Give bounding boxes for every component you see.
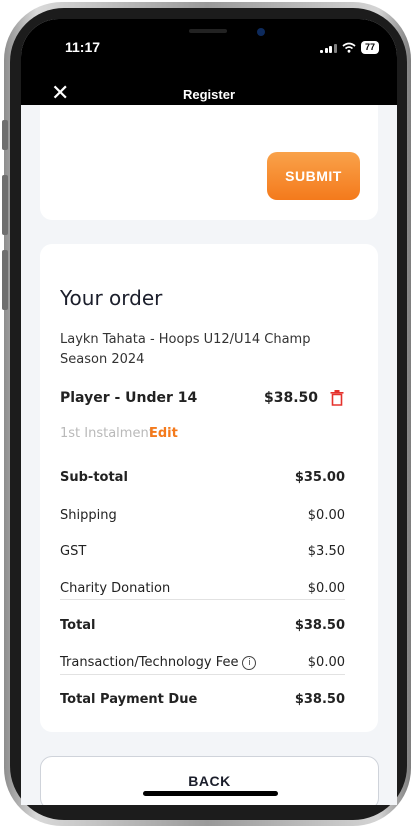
payment-due-value: $38.50 [294,692,345,707]
instalment-label: 1st Instalment [60,426,154,441]
phone-volume-down-button [2,250,8,310]
fee-label: Transaction/Technology Fee [60,655,239,670]
home-indicator [143,791,278,796]
notch [115,19,301,57]
charity-value: $0.00 [307,581,345,596]
payment-due-row: Total Payment Due $38.50 [60,692,345,707]
fee-value: $0.00 [307,655,345,670]
status-time: 11:17 [65,39,101,55]
gst-label: GST [60,544,87,559]
payment-due-label: Total Payment Due [60,692,198,707]
info-icon[interactable]: i [242,655,257,670]
total-row: Total $38.50 [60,618,345,633]
order-item: Player - Under 14 $38.50 [60,390,360,406]
wifi-icon [342,42,356,53]
page-title: Register [182,87,236,102]
shipping-label: Shipping [60,508,117,523]
event-name: Laykn Tahata - Hoops U12/U14 Champ Seaso… [60,332,311,367]
order-summary-card: Your order Laykn Tahata - Hoops U12/U14 … [40,244,378,732]
edit-link[interactable]: Edit [149,426,178,441]
speaker [189,29,227,33]
charity-row: Charity Donation $0.00 [60,581,345,596]
battery-icon: 77 [360,41,379,54]
status-bar: 11:17 77 ✕ Register [21,19,397,105]
subtotal-row: Sub-total $35.00 [60,470,345,485]
divider [60,599,345,600]
phone-side-button [2,120,8,150]
gst-value: $3.50 [307,544,345,559]
fee-label-wrap: Transaction/Technology Fee i [60,655,257,670]
subtotal-value: $35.00 [294,470,345,485]
screen: SUBMIT Your order Laykn Tahata - Hoops U… [21,19,397,805]
order-title: Your order [60,286,163,310]
camera [257,28,265,36]
divider [60,674,345,675]
total-label: Total [60,618,96,633]
subtotal-label: Sub-total [60,470,128,485]
back-button[interactable]: BACK [40,756,379,805]
fee-row: Transaction/Technology Fee i $0.00 [60,655,345,670]
shipping-value: $0.00 [307,508,345,523]
charity-label: Charity Donation [60,581,171,596]
item-price: $38.50 [263,390,318,406]
item-name: Player - Under 14 [60,390,198,406]
total-value: $38.50 [294,618,345,633]
status-icons: 77 [320,41,379,54]
submit-card: SUBMIT [40,95,378,220]
gst-row: GST $3.50 [60,544,345,559]
trash-icon[interactable] [330,390,344,406]
phone-volume-up-button [2,175,8,235]
submit-button[interactable]: SUBMIT [267,152,360,200]
signal-icon [320,43,337,53]
shipping-row: Shipping $0.00 [60,508,345,523]
